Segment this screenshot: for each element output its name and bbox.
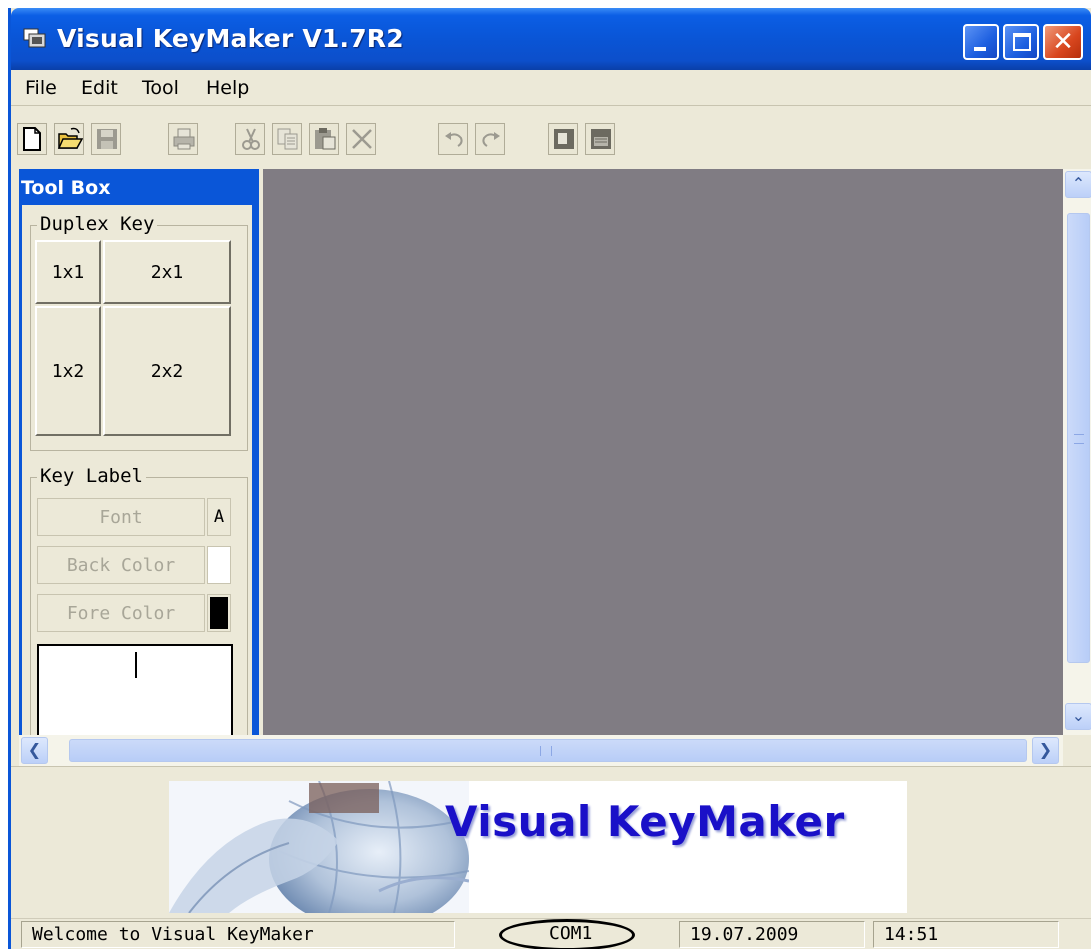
save-icon xyxy=(97,129,117,149)
key-view-icon xyxy=(554,129,574,149)
brand-banner: Visual KeyMaker xyxy=(169,781,907,913)
copy-button[interactable] xyxy=(272,123,302,155)
toolbox-content: Duplex Key 1x1 2x1 1x2 2x2 Key Label Fon… xyxy=(22,205,252,735)
toolbox-panel: Tool Box Duplex Key 1x1 2x1 1x2 2x2 Key … xyxy=(19,169,259,735)
menu-help[interactable]: Help xyxy=(206,77,249,99)
port-highlight-oval xyxy=(499,919,635,949)
save-button[interactable] xyxy=(91,123,121,155)
back-color-button[interactable]: Back Color xyxy=(37,546,205,584)
key-label-group: Key Label Font A Back Color Fore Color xyxy=(30,465,248,735)
key-print-button[interactable] xyxy=(585,123,615,155)
close-icon: ✕ xyxy=(1052,27,1074,57)
grip-icon xyxy=(1074,434,1084,444)
key-1x1-button[interactable]: 1x1 xyxy=(35,240,101,304)
undo-icon xyxy=(445,132,463,147)
maximize-button[interactable] xyxy=(1003,24,1039,60)
status-date: 19.07.2009 xyxy=(679,921,865,948)
paste-icon xyxy=(315,128,336,150)
key-2x2-button[interactable]: 2x2 xyxy=(103,306,231,436)
fore-color-swatch[interactable] xyxy=(207,594,231,632)
font-icon[interactable]: A xyxy=(207,498,231,536)
cut-button[interactable] xyxy=(235,123,265,155)
new-icon xyxy=(23,127,41,151)
fore-color-fill xyxy=(210,597,228,629)
vertical-scrollbar[interactable]: ⌃ ⌄ xyxy=(1063,169,1091,735)
status-message: Welcome to Visual KeyMaker xyxy=(21,921,455,948)
window-title: Visual KeyMaker V1.7R2 xyxy=(57,24,404,53)
scrollbar-corner xyxy=(1063,735,1091,766)
close-button[interactable]: ✕ xyxy=(1043,24,1083,60)
toolbar xyxy=(11,107,1091,169)
scroll-down-icon[interactable]: ⌄ xyxy=(1065,703,1091,730)
grip-icon xyxy=(540,746,552,756)
duplex-key-label: Duplex Key xyxy=(37,213,158,235)
status-bar: Welcome to Visual KeyMaker COM1 19.07.20… xyxy=(11,918,1091,949)
scroll-left-icon[interactable]: ❮ xyxy=(21,737,48,764)
open-icon xyxy=(57,127,83,149)
key-label-label: Key Label xyxy=(37,465,146,487)
app-window: Visual KeyMaker V1.7R2 ✕ File Edit Tool … xyxy=(8,8,1091,949)
cut-icon xyxy=(242,128,260,150)
redo-icon xyxy=(482,132,500,147)
app-icon xyxy=(23,28,46,48)
horizontal-scrollbar[interactable]: ❮ ❯ xyxy=(19,735,1063,766)
print-icon xyxy=(173,128,195,150)
font-button[interactable]: Font xyxy=(37,498,205,536)
banner-title: Visual KeyMaker xyxy=(445,797,845,846)
print-button[interactable] xyxy=(168,123,198,155)
key-view-button[interactable] xyxy=(548,123,578,155)
open-button[interactable] xyxy=(54,123,84,155)
status-time: 14:51 xyxy=(873,921,1059,948)
menu-edit[interactable]: Edit xyxy=(81,77,118,99)
maximize-icon xyxy=(1013,33,1031,51)
globe-hand-graphic xyxy=(169,781,469,913)
horizontal-scroll-thumb[interactable] xyxy=(69,739,1027,762)
menu-file[interactable]: File xyxy=(25,77,57,99)
scroll-right-icon[interactable]: ❯ xyxy=(1032,737,1059,764)
text-caret xyxy=(135,652,137,678)
key-2x1-button[interactable]: 2x1 xyxy=(103,240,231,304)
minimize-icon xyxy=(974,47,986,51)
menu-bar: File Edit Tool Help xyxy=(11,70,1091,106)
back-color-swatch[interactable] xyxy=(207,546,231,584)
scroll-up-icon[interactable]: ⌃ xyxy=(1065,171,1091,198)
new-button[interactable] xyxy=(17,123,47,155)
menu-tool[interactable]: Tool xyxy=(142,77,179,99)
key-1x2-button[interactable]: 1x2 xyxy=(35,306,101,436)
banner-area: Visual KeyMaker xyxy=(11,766,1091,918)
duplex-key-group: Duplex Key 1x1 2x1 1x2 2x2 xyxy=(30,213,248,451)
toolbox-title: Tool Box xyxy=(21,177,111,199)
paste-button[interactable] xyxy=(309,123,339,155)
design-canvas[interactable] xyxy=(263,169,1063,735)
vertical-scroll-thumb[interactable] xyxy=(1067,213,1090,663)
redo-button[interactable] xyxy=(475,123,505,155)
key-print-icon xyxy=(591,129,611,149)
delete-button[interactable] xyxy=(346,123,376,155)
copy-icon xyxy=(277,128,298,150)
undo-button[interactable] xyxy=(438,123,468,155)
minimize-button[interactable] xyxy=(963,24,999,60)
key-label-text-input[interactable] xyxy=(37,644,233,735)
title-bar[interactable]: Visual KeyMaker V1.7R2 ✕ xyxy=(11,8,1091,70)
fore-color-button[interactable]: Fore Color xyxy=(37,594,205,632)
delete-icon xyxy=(352,129,372,149)
